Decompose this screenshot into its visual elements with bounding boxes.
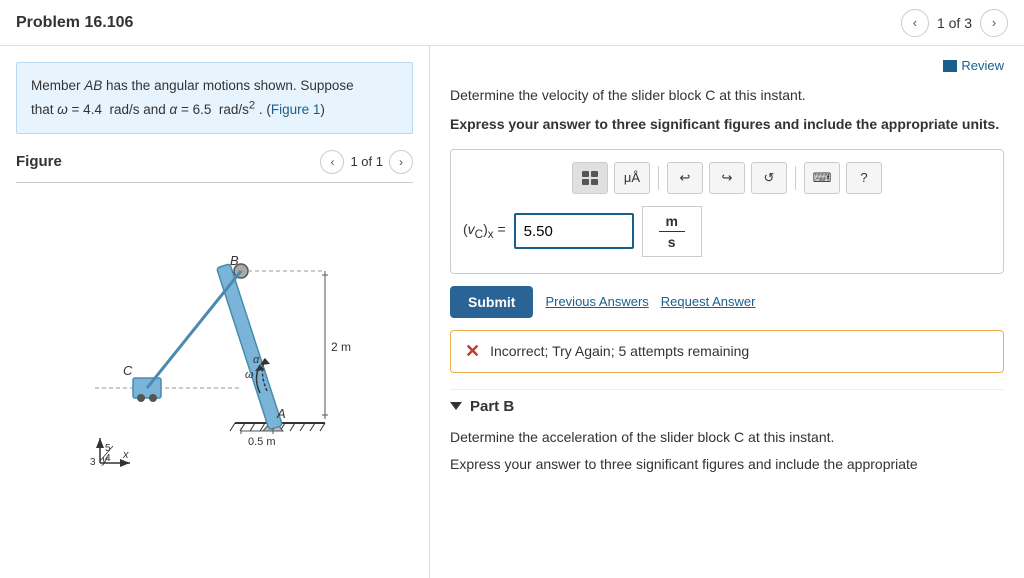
label-b: B — [230, 253, 239, 268]
dim-2m: 2 m — [331, 340, 351, 354]
figure-header: Figure ‹ 1 of 1 › — [16, 150, 413, 174]
problem-title: Problem 16.106 — [16, 14, 133, 32]
input-row: (vC)x = m s — [463, 206, 991, 257]
review-link-container: Review — [450, 58, 1004, 75]
page-indicator: 1 of 3 — [937, 15, 972, 31]
toolbar-separator-1 — [658, 166, 659, 190]
x-axis-label: x — [122, 449, 129, 461]
undo-icon: ↩ — [680, 170, 691, 186]
reset-button[interactable]: ↺ — [751, 162, 787, 194]
mu-icon: μÅ — [624, 170, 640, 185]
feedback-x-icon: ✕ — [465, 341, 480, 362]
review-icon — [943, 60, 957, 72]
part-b-label: Part B — [470, 398, 514, 415]
statement-text: Member AB has the angular motions shown.… — [31, 78, 354, 117]
left-panel: Member AB has the angular motions shown.… — [0, 46, 430, 578]
figure-page-indicator: 1 of 1 — [350, 154, 383, 169]
figure-next-button[interactable]: › — [389, 150, 413, 174]
mechanism-figure: B 2 m — [45, 203, 385, 473]
units-denominator: s — [668, 234, 676, 250]
dim-05m: 0.5 m — [248, 436, 276, 448]
action-row: Submit Previous Answers Request Answer — [450, 286, 1004, 318]
review-label: Review — [961, 58, 1004, 73]
figure-link[interactable]: Figure 1 — [271, 102, 321, 117]
help-icon: ? — [860, 170, 867, 185]
omega-label: ω — [245, 369, 254, 381]
problem-statement: Member AB has the angular motions shown.… — [16, 62, 413, 134]
toolbar-separator-2 — [795, 166, 796, 190]
reset-icon: ↺ — [764, 170, 775, 186]
feedback-message: Incorrect; Try Again; 5 attempts remaini… — [490, 343, 749, 359]
part-b-text: Determine the acceleration of the slider… — [450, 427, 1004, 448]
top-header: Problem 16.106 ‹ 1 of 3 › — [0, 0, 1024, 46]
part-b-header[interactable]: Part B — [450, 389, 1004, 415]
units-box: m s — [642, 206, 702, 257]
label-c: C — [123, 363, 133, 378]
submit-button[interactable]: Submit — [450, 286, 533, 318]
question-text: Determine the velocity of the slider blo… — [450, 85, 1004, 106]
request-answer-button[interactable]: Request Answer — [661, 294, 756, 309]
previous-answers-button[interactable]: Previous Answers — [545, 294, 648, 309]
figure-divider — [16, 182, 413, 183]
next-page-button[interactable]: › — [980, 9, 1008, 37]
figure-label: Figure — [16, 153, 62, 170]
instruction-text: Express your answer to three significant… — [450, 114, 1004, 135]
input-label: (vC)x = — [463, 221, 506, 241]
alpha-label: α — [253, 354, 260, 366]
mu-button[interactable]: μÅ — [614, 162, 650, 194]
answer-box: μÅ ↩ ↪ ↺ ⌨ ? — [450, 149, 1004, 274]
label-a: A — [276, 406, 286, 421]
redo-button[interactable]: ↪ — [709, 162, 745, 194]
help-button[interactable]: ? — [846, 162, 882, 194]
answer-input[interactable] — [514, 213, 634, 249]
right-panel: Review Determine the velocity of the sli… — [430, 46, 1024, 578]
figure-prev-button[interactable]: ‹ — [320, 150, 344, 174]
redo-icon: ↪ — [722, 170, 733, 186]
figure-container: B 2 m — [16, 193, 413, 493]
toolbar: μÅ ↩ ↪ ↺ ⌨ ? — [463, 162, 991, 194]
ratio-3: 3 — [90, 457, 96, 468]
units-numerator: m — [659, 213, 685, 232]
review-button[interactable]: Review — [943, 58, 1004, 73]
figure-section: Figure ‹ 1 of 1 › — [0, 150, 429, 493]
nav-controls: ‹ 1 of 3 › — [901, 9, 1008, 37]
keyboard-icon: ⌨ — [813, 170, 832, 186]
collapse-triangle-icon — [450, 402, 462, 410]
main-layout: Member AB has the angular motions shown.… — [0, 46, 1024, 578]
part-b-instruction: Express your answer to three significant… — [450, 454, 1004, 475]
matrix-button[interactable] — [572, 162, 608, 194]
feedback-box: ✕ Incorrect; Try Again; 5 attempts remai… — [450, 330, 1004, 373]
figure-nav: ‹ 1 of 1 › — [320, 150, 413, 174]
undo-button[interactable]: ↩ — [667, 162, 703, 194]
matrix-icon — [581, 170, 599, 186]
prev-page-button[interactable]: ‹ — [901, 9, 929, 37]
keyboard-button[interactable]: ⌨ — [804, 162, 840, 194]
